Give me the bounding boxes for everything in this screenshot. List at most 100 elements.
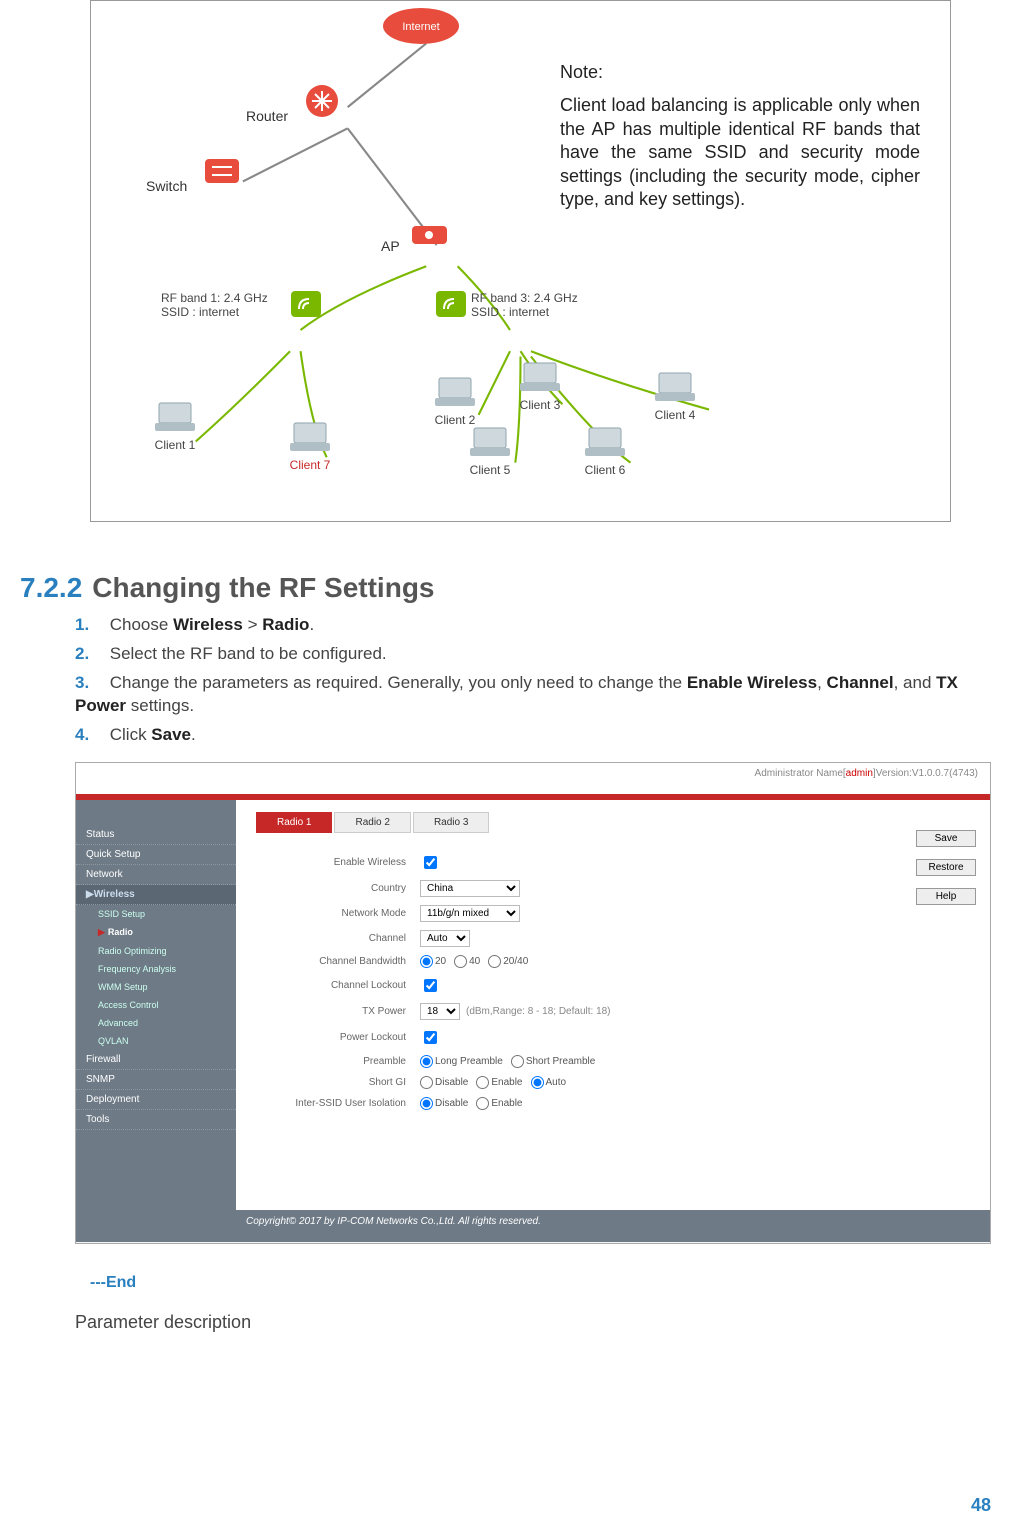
step-num: 2. bbox=[75, 643, 105, 666]
sidebar-item-status[interactable]: Status bbox=[76, 825, 236, 845]
step-1: 1. Choose Wireless > Radio. bbox=[75, 614, 971, 637]
sidebar-item-network[interactable]: Network bbox=[76, 865, 236, 885]
step-text: . bbox=[191, 725, 196, 744]
radio-label: Auto bbox=[546, 1077, 567, 1088]
radio-bw-20[interactable] bbox=[420, 955, 433, 968]
bold-text: Save bbox=[151, 725, 191, 744]
label-inter-ssid-isolation: Inter-SSID User Isolation bbox=[266, 1098, 420, 1109]
client7-label: Client 7 bbox=[286, 458, 334, 472]
tab-radio-2[interactable]: Radio 2 bbox=[334, 812, 410, 833]
label-short-gi: Short GI bbox=[266, 1077, 420, 1088]
rf3-node: RF band 3: 2.4 GHz SSID : internet bbox=[471, 291, 578, 319]
sidebar-sub-frequency-analysis[interactable]: Frequency Analysis bbox=[76, 960, 236, 978]
ap-node: AP bbox=[381, 216, 452, 254]
bold-text: Radio bbox=[262, 615, 309, 634]
select-network-mode[interactable]: 11b/g/n mixed bbox=[420, 905, 520, 922]
section-title: Changing the RF Settings bbox=[92, 572, 434, 603]
client5-node: Client 5 bbox=[466, 426, 514, 477]
client4-node: Client 4 bbox=[651, 371, 699, 422]
select-tx-power[interactable]: 18 bbox=[420, 1003, 460, 1020]
radio-label: Disable bbox=[435, 1077, 468, 1088]
checkbox-enable-wireless[interactable] bbox=[424, 856, 437, 869]
internet-node: Internet bbox=[381, 6, 461, 61]
note-body: Client load balancing is applicable only… bbox=[560, 94, 920, 211]
step-text: . bbox=[309, 615, 314, 634]
select-country[interactable]: China bbox=[420, 880, 520, 897]
save-button[interactable]: Save bbox=[916, 830, 976, 847]
admin-ui-screenshot: Administrator Name[admin]Version:V1.0.0.… bbox=[75, 762, 991, 1244]
section-heading: 7.2.2 Changing the RF Settings bbox=[20, 572, 991, 604]
client4-label: Client 4 bbox=[651, 408, 699, 422]
network-topology-diagram: Internet Router Switch AP RF band 1: 2.4… bbox=[90, 0, 951, 522]
tab-radio-3[interactable]: Radio 3 bbox=[413, 812, 489, 833]
bold-text: Channel bbox=[827, 673, 894, 692]
sidebar-item-wireless[interactable]: ▶Wireless bbox=[76, 885, 236, 905]
label-channel-lockout: Channel Lockout bbox=[266, 980, 420, 991]
sidebar-sub-qvlan[interactable]: QVLAN bbox=[76, 1032, 236, 1050]
rf1-node: RF band 1: 2.4 GHz SSID : internet bbox=[161, 291, 268, 319]
step-4: 4. Click Save. bbox=[75, 724, 971, 747]
caret-icon: ▶ bbox=[86, 889, 94, 900]
admin-topbar: Administrator Name[admin]Version:V1.0.0.… bbox=[76, 763, 990, 794]
select-channel[interactable]: Auto bbox=[420, 930, 470, 947]
client6-node: Client 6 bbox=[581, 426, 629, 477]
step-text: Select the RF band to be configured. bbox=[110, 644, 387, 663]
admin-name-link[interactable]: admin bbox=[846, 768, 873, 779]
sidebar-sub-advanced[interactable]: Advanced bbox=[76, 1014, 236, 1032]
tab-radio-1[interactable]: Radio 1 bbox=[256, 812, 332, 833]
note-block: Note: Client load balancing is applicabl… bbox=[560, 61, 920, 211]
checkbox-power-lockout[interactable] bbox=[424, 1031, 437, 1044]
client3-node: Client 3 bbox=[516, 361, 564, 412]
admin-main: Radio 1 Radio 2 Radio 3 Save Restore Hel… bbox=[236, 800, 990, 1210]
section-number: 7.2.2 bbox=[20, 572, 82, 603]
checkbox-channel-lockout[interactable] bbox=[424, 979, 437, 992]
label-channel: Channel bbox=[266, 933, 420, 944]
radio-iso-enable[interactable] bbox=[476, 1097, 489, 1110]
radio-iso-disable[interactable] bbox=[420, 1097, 433, 1110]
sidebar-item-snmp[interactable]: SNMP bbox=[76, 1070, 236, 1090]
ssid3-label: SSID : internet bbox=[471, 305, 578, 319]
step-text: Change the parameters as required. Gener… bbox=[110, 673, 687, 692]
sidebar-sub-wmm-setup[interactable]: WMM Setup bbox=[76, 978, 236, 996]
sidebar-sub-ssid-setup[interactable]: SSID Setup bbox=[76, 905, 236, 923]
parameter-description-heading: Parameter description bbox=[75, 1312, 991, 1333]
rf1-label: RF band 1: 2.4 GHz bbox=[161, 291, 268, 305]
radio-label: Short Preamble bbox=[526, 1056, 595, 1067]
steps-list: 1. Choose Wireless > Radio. 2. Select th… bbox=[20, 614, 991, 747]
radio-bw-2040[interactable] bbox=[488, 955, 501, 968]
radio-form: Enable Wireless CountryChina Network Mod… bbox=[236, 833, 990, 1138]
client1-label: Client 1 bbox=[151, 438, 199, 452]
sidebar-sub-radio[interactable]: ▶Radio bbox=[76, 923, 236, 942]
radio-label: Enable bbox=[491, 1077, 522, 1088]
help-button[interactable]: Help bbox=[916, 888, 976, 905]
sidebar-item-quick-setup[interactable]: Quick Setup bbox=[76, 845, 236, 865]
step-text: > bbox=[243, 615, 262, 634]
bold-text: Enable Wireless bbox=[687, 673, 817, 692]
sidebar-item-firewall[interactable]: Firewall bbox=[76, 1050, 236, 1070]
radio-preamble-long[interactable] bbox=[420, 1055, 433, 1068]
sidebar-sub-radio-optimizing[interactable]: Radio Optimizing bbox=[76, 942, 236, 960]
radio-label: Disable bbox=[435, 1098, 468, 1109]
radio-gi-auto[interactable] bbox=[531, 1076, 544, 1089]
caret-icon: ▶ bbox=[98, 927, 105, 937]
label-channel-bandwidth: Channel Bandwidth bbox=[266, 956, 420, 967]
radio-preamble-short[interactable] bbox=[511, 1055, 524, 1068]
sidebar-item-tools[interactable]: Tools bbox=[76, 1110, 236, 1130]
step-text: Click bbox=[110, 725, 152, 744]
router-label: Router bbox=[246, 108, 288, 124]
step-text: , and bbox=[894, 673, 937, 692]
sidebar-sub-access-control[interactable]: Access Control bbox=[76, 996, 236, 1014]
radio-gi-enable[interactable] bbox=[476, 1076, 489, 1089]
radio-bw-40[interactable] bbox=[454, 955, 467, 968]
sidebar-item-deployment[interactable]: Deployment bbox=[76, 1090, 236, 1110]
step-3: 3. Change the parameters as required. Ge… bbox=[75, 672, 971, 718]
step-num: 3. bbox=[75, 672, 105, 695]
radio-gi-disable[interactable] bbox=[420, 1076, 433, 1089]
radio-label: 20 bbox=[435, 956, 446, 967]
restore-button[interactable]: Restore bbox=[916, 859, 976, 876]
label-preamble: Preamble bbox=[266, 1056, 420, 1067]
client2-node: Client 2 bbox=[431, 376, 479, 427]
note-title: Note: bbox=[560, 61, 920, 84]
client1-node: Client 1 bbox=[151, 401, 199, 452]
bold-text: Wireless bbox=[173, 615, 243, 634]
